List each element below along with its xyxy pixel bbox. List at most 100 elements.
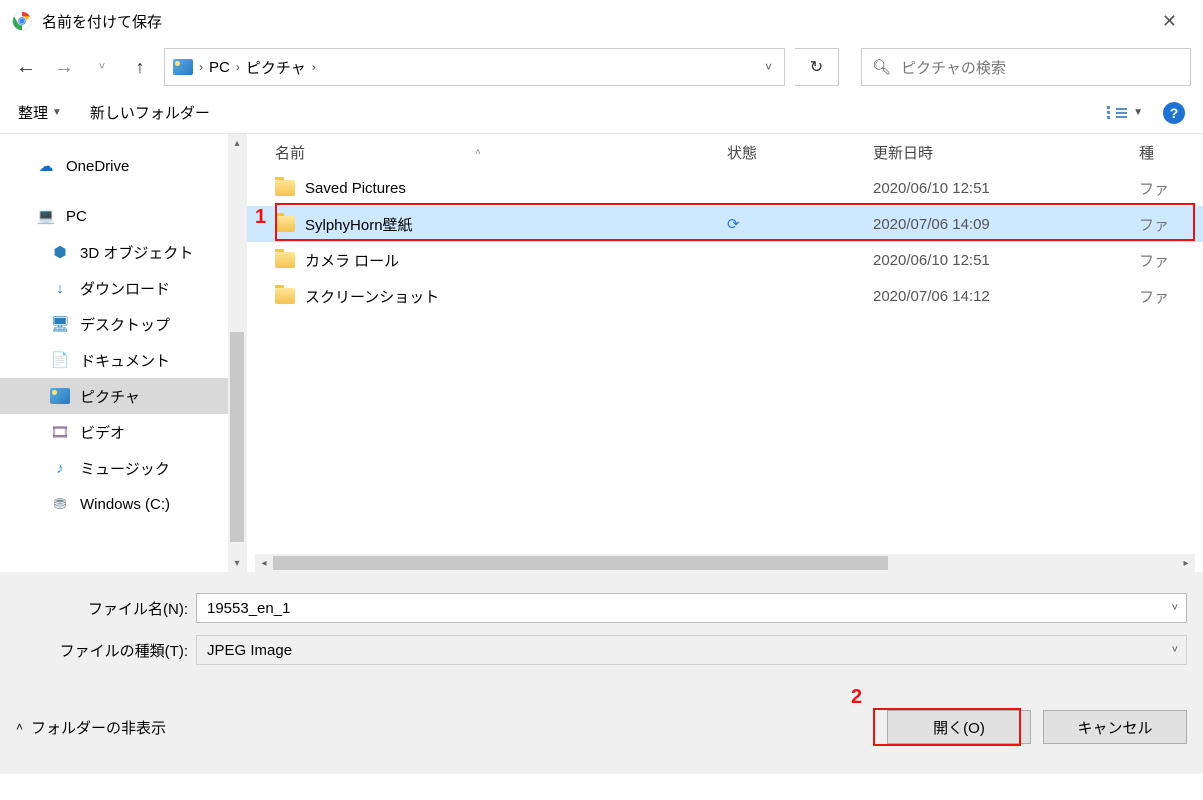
filename-value: 19553_en_1: [207, 600, 290, 617]
organize-label: 整理: [18, 102, 48, 123]
col-name-label[interactable]: 名前: [275, 142, 305, 163]
chevron-down-icon: ▼: [1133, 107, 1143, 118]
sidebar-item-documents[interactable]: 📄 ドキュメント: [0, 342, 246, 378]
file-row-selected[interactable]: SylphyHorn壁紙 ⟳ 2020/07/06 14:09 ファ: [247, 206, 1203, 242]
file-type: ファ: [1139, 214, 1203, 235]
open-label: 開く(O): [933, 717, 985, 738]
hide-folders-label: フォルダーの非表示: [31, 717, 166, 738]
file-date: 2020/07/06 14:09: [873, 216, 1139, 233]
sidebar-item-downloads[interactable]: ↓ ダウンロード: [0, 270, 246, 306]
col-status-label[interactable]: 状態: [727, 145, 757, 162]
folder-icon: [275, 288, 295, 304]
chevron-down-icon[interactable]: ˅: [1172, 602, 1178, 614]
column-headers[interactable]: 名前˄ 状態 更新日時 種: [247, 134, 1203, 170]
address-dropdown-icon[interactable]: ˅: [761, 60, 776, 74]
window-title: 名前を付けて保存: [42, 11, 1148, 32]
refresh-button[interactable]: ↻: [795, 48, 839, 86]
chevron-right-icon[interactable]: ›: [236, 60, 240, 74]
cancel-label: キャンセル: [1077, 717, 1152, 738]
folder-icon: [275, 252, 295, 268]
file-row[interactable]: カメラ ロール 2020/06/10 12:51 ファ: [247, 242, 1203, 278]
sidebar: ▴ ☁ OneDrive 💻 PC ⬢ 3D オブジェクト ↓ ダウンロード 🖥…: [0, 134, 246, 572]
col-date-label[interactable]: 更新日時: [873, 145, 933, 162]
folder-icon: [275, 180, 295, 196]
breadcrumb-pictures[interactable]: ピクチャ: [246, 57, 306, 78]
sidebar-label: ドキュメント: [80, 350, 170, 371]
chevron-right-icon[interactable]: ›: [312, 60, 316, 74]
sidebar-label: デスクトップ: [80, 314, 170, 335]
file-type: ファ: [1139, 286, 1203, 307]
pictures-icon: [173, 59, 193, 75]
sidebar-item-drive-c[interactable]: ⛃ Windows (C:): [0, 486, 246, 522]
sidebar-label: ミュージック: [80, 458, 170, 479]
view-options-button[interactable]: ▼: [1107, 106, 1143, 119]
file-date: 2020/06/10 12:51: [873, 252, 1139, 269]
scroll-left-icon[interactable]: ◂: [255, 558, 273, 569]
file-name: Saved Pictures: [305, 180, 406, 197]
folder-icon: [275, 216, 295, 232]
sidebar-label: PC: [66, 208, 87, 225]
annotation-number-2: 2: [851, 686, 862, 709]
file-status: ⟳: [727, 215, 873, 233]
sidebar-label: ビデオ: [80, 422, 125, 443]
sidebar-item-videos[interactable]: 🎞 ビデオ: [0, 414, 246, 450]
new-folder-button[interactable]: 新しいフォルダー: [90, 102, 210, 123]
sidebar-item-pictures[interactable]: ピクチャ: [0, 378, 246, 414]
address-bar[interactable]: › PC › ピクチャ › ˅: [164, 48, 785, 86]
onedrive-icon: ☁: [36, 157, 56, 175]
scroll-up-button[interactable]: ▴: [228, 134, 246, 152]
file-name: SylphyHorn壁紙: [305, 214, 413, 235]
search-input[interactable]: 🔍︎ ピクチャの検索: [861, 48, 1191, 86]
sidebar-label: OneDrive: [66, 158, 129, 175]
sidebar-label: Windows (C:): [80, 496, 170, 513]
download-icon: ↓: [50, 279, 70, 297]
sidebar-label: ピクチャ: [80, 386, 140, 407]
forward-button[interactable]: →: [50, 56, 78, 79]
search-icon: 🔍︎: [872, 58, 891, 76]
sidebar-item-desktop[interactable]: 🖥 デスクトップ: [0, 306, 246, 342]
title-bar: 名前を付けて保存 ✕: [0, 0, 1203, 42]
annotation-number-1: 1: [255, 206, 266, 229]
sidebar-item-3d-objects[interactable]: ⬢ 3D オブジェクト: [0, 234, 246, 270]
file-list: 名前˄ 状態 更新日時 種 Saved Pictures 2020/06/10 …: [246, 134, 1203, 572]
chrome-icon: [12, 11, 32, 31]
filename-label: ファイル名(N):: [0, 598, 196, 619]
help-icon[interactable]: ?: [1163, 102, 1185, 124]
sidebar-item-pc[interactable]: 💻 PC: [0, 198, 246, 234]
chevron-right-icon[interactable]: ›: [199, 60, 203, 74]
main-area: ▴ ☁ OneDrive 💻 PC ⬢ 3D オブジェクト ↓ ダウンロード 🖥…: [0, 134, 1203, 572]
sidebar-scrollbar[interactable]: [228, 152, 246, 554]
breadcrumb-pc[interactable]: PC: [209, 59, 230, 76]
chevron-down-icon[interactable]: ˅: [1172, 644, 1178, 656]
desktop-icon: 🖥: [50, 315, 70, 333]
col-type-label[interactable]: 種: [1139, 145, 1154, 162]
recent-dropdown-icon[interactable]: ˅: [88, 61, 116, 73]
file-date: 2020/06/10 12:51: [873, 180, 1139, 197]
pc-icon: 💻: [36, 207, 56, 225]
filename-input[interactable]: 19553_en_1 ˅: [196, 593, 1187, 623]
up-button[interactable]: ↑: [126, 57, 154, 78]
sidebar-item-music[interactable]: ♪ ミュージック: [0, 450, 246, 486]
organize-menu[interactable]: 整理 ▼: [18, 102, 62, 123]
cube-icon: ⬢: [50, 243, 70, 261]
sidebar-label: ダウンロード: [80, 278, 170, 299]
file-row[interactable]: スクリーンショット 2020/07/06 14:12 ファ: [247, 278, 1203, 314]
file-date: 2020/07/06 14:12: [873, 288, 1139, 305]
sidebar-item-onedrive[interactable]: ☁ OneDrive: [0, 148, 246, 184]
file-row[interactable]: Saved Pictures 2020/06/10 12:51 ファ: [247, 170, 1203, 206]
file-type: ファ: [1139, 178, 1203, 199]
close-icon[interactable]: ✕: [1148, 5, 1191, 38]
hide-folders-button[interactable]: ˄ フォルダーの非表示: [16, 717, 166, 738]
drive-icon: ⛃: [50, 495, 70, 513]
sidebar-label: 3D オブジェクト: [80, 242, 193, 263]
open-button[interactable]: 開く(O): [887, 710, 1031, 744]
cancel-button[interactable]: キャンセル: [1043, 710, 1187, 744]
bottom-panel: ファイル名(N): 19553_en_1 ˅ ファイルの種類(T): JPEG …: [0, 572, 1203, 774]
filetype-select[interactable]: JPEG Image ˅: [196, 635, 1187, 665]
horizontal-scrollbar[interactable]: ◂ ▸: [255, 554, 1195, 572]
scroll-right-icon[interactable]: ▸: [1177, 558, 1195, 569]
search-placeholder: ピクチャの検索: [901, 57, 1006, 78]
scroll-down-button[interactable]: ▾: [228, 554, 246, 572]
back-button[interactable]: ←: [12, 56, 40, 79]
chevron-down-icon: ▼: [52, 107, 62, 118]
